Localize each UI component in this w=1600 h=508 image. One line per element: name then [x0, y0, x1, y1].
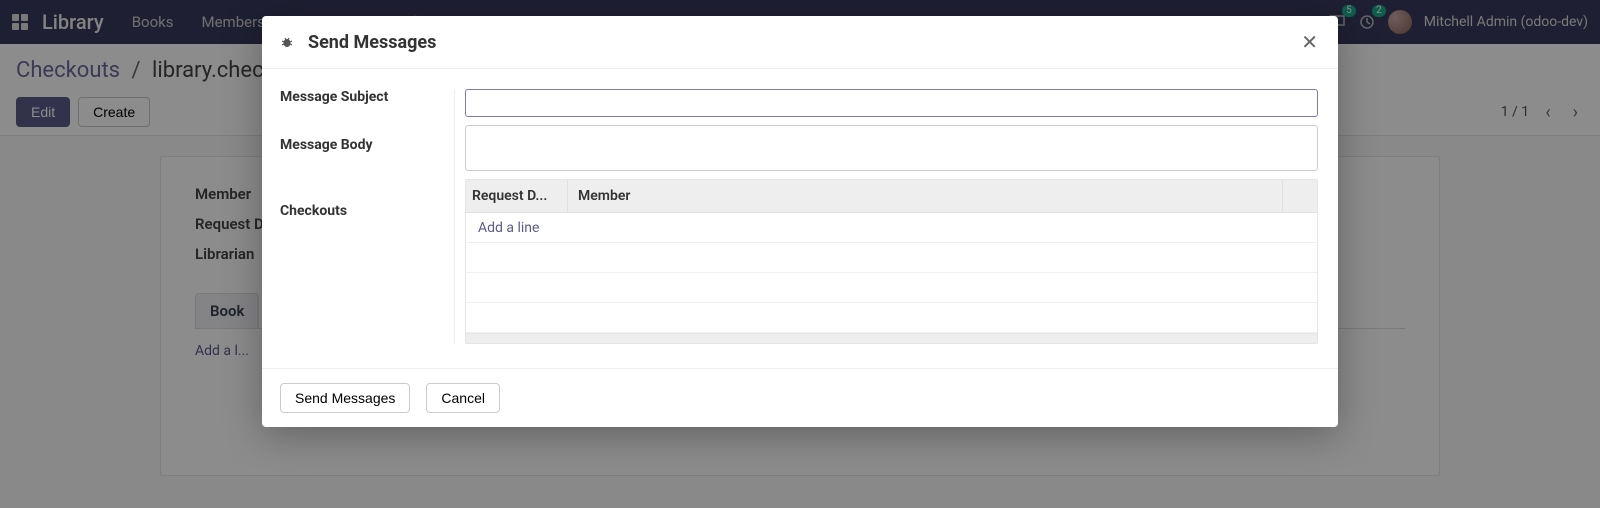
col-actions [1283, 180, 1317, 212]
modal-footer: Send Messages Cancel [262, 368, 1338, 427]
col-request-date[interactable]: Request D... [466, 180, 568, 212]
modal-label-column: Message Subject Message Body Checkouts [280, 89, 455, 344]
modal-header: Send Messages ✕ [262, 16, 1338, 69]
message-subject-input[interactable] [465, 89, 1318, 117]
send-messages-button[interactable]: Send Messages [280, 383, 410, 413]
cancel-button[interactable]: Cancel [426, 383, 500, 413]
modal-body: Message Subject Message Body Checkouts R… [262, 69, 1338, 344]
col-member[interactable]: Member [568, 180, 1283, 212]
send-messages-modal: Send Messages ✕ Message Subject Message … [262, 16, 1338, 427]
table-row [466, 303, 1317, 333]
table-row [466, 273, 1317, 303]
close-icon[interactable]: ✕ [1301, 30, 1318, 54]
table-row: Add a line [466, 213, 1317, 243]
message-body-input[interactable] [465, 125, 1318, 171]
label-checkouts: Checkouts [280, 203, 444, 231]
modal-title: Send Messages [308, 32, 436, 53]
table-row [466, 243, 1317, 273]
bug-icon[interactable] [280, 35, 294, 49]
checkouts-table: Request D... Member Add a line [465, 179, 1318, 344]
checkouts-table-header: Request D... Member [466, 180, 1317, 213]
label-message-body: Message Body [280, 137, 444, 183]
table-scrollbar[interactable] [466, 333, 1317, 343]
modal-input-column: Request D... Member Add a line [455, 89, 1318, 344]
label-message-subject: Message Subject [280, 89, 444, 117]
add-line-link[interactable]: Add a line [472, 214, 545, 242]
